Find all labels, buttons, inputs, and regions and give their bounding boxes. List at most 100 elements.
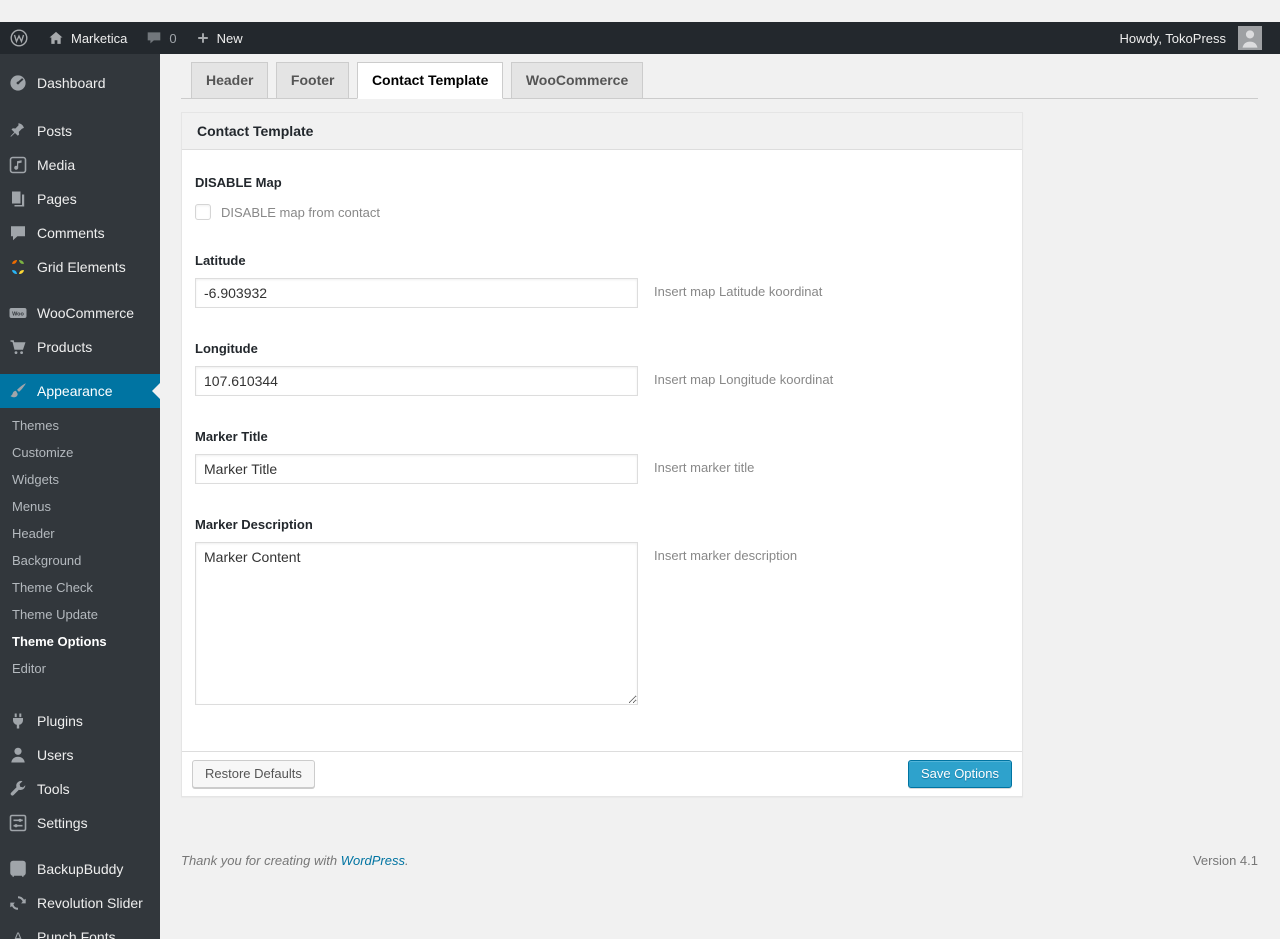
woocommerce-icon: Woo <box>8 303 28 323</box>
submenu-item-theme-check[interactable]: Theme Check <box>0 574 160 601</box>
tab-woocommerce[interactable]: WooCommerce <box>510 62 644 99</box>
thanks-prefix: Thank you for creating with <box>181 853 338 868</box>
sidebar-item-label: Appearance <box>37 383 113 399</box>
longitude-input[interactable] <box>195 366 638 396</box>
submenu-item-theme-update[interactable]: Theme Update <box>0 601 160 628</box>
marker-description-textarea[interactable]: Marker Content <box>195 542 638 705</box>
comments-count: 0 <box>169 30 177 46</box>
field-label: Marker Description <box>195 517 313 532</box>
sidebar-item-label: Dashboard <box>37 75 106 91</box>
disable-map-checkbox[interactable] <box>195 204 211 220</box>
backup-drive-icon <box>8 859 28 879</box>
tab-header[interactable]: Header <box>191 62 269 99</box>
comment-bubble-icon <box>145 29 163 47</box>
marker-description-hint: Insert marker description <box>654 548 798 563</box>
submenu-item-customize[interactable]: Customize <box>0 439 160 466</box>
theme-options-tabs: Header Footer Contact Template WooCommer… <box>181 62 1258 99</box>
home-icon <box>47 29 65 47</box>
wrench-icon <box>8 779 28 799</box>
sidebar-item-punch-fonts[interactable]: A Punch Fonts <box>0 920 160 939</box>
cart-icon <box>8 337 28 357</box>
panel-body: DISABLE Map DISABLE map from contact Lat… <box>182 150 1022 751</box>
sidebar-item-backupbuddy[interactable]: BackupBuddy <box>0 852 160 886</box>
plus-icon <box>195 30 211 46</box>
field-group-disable-map: DISABLE Map DISABLE map from contact <box>195 175 1002 220</box>
wordpress-link[interactable]: WordPress <box>341 853 405 868</box>
pages-icon <box>8 189 28 209</box>
media-icon <box>8 155 28 175</box>
latitude-input[interactable] <box>195 278 638 308</box>
comments-toolbar-button[interactable]: 0 <box>136 22 185 54</box>
sidebar-item-products[interactable]: Products <box>0 330 160 364</box>
menu-spacer <box>0 54 160 66</box>
site-name-button[interactable]: Marketica <box>38 22 136 54</box>
checkbox-label: DISABLE map from contact <box>221 204 380 220</box>
menu-spacer <box>0 840 160 852</box>
admin-toolbar-left: Marketica 0 New <box>0 22 252 54</box>
longitude-hint: Insert map Longitude koordinat <box>654 372 834 387</box>
user-icon <box>8 745 28 765</box>
svg-text:A: A <box>13 929 23 939</box>
my-account-button[interactable]: Howdy, TokoPress <box>1111 22 1271 54</box>
sidebar-item-posts[interactable]: Posts <box>0 114 160 148</box>
sidebar-item-comments[interactable]: Comments <box>0 216 160 250</box>
disable-map-row: DISABLE map from contact <box>195 204 1002 220</box>
sidebar-item-label: WooCommerce <box>37 305 134 321</box>
marker-title-row: Insert marker title <box>195 454 1002 484</box>
sidebar-item-media[interactable]: Media <box>0 148 160 182</box>
restore-defaults-button[interactable]: Restore Defaults <box>192 760 315 788</box>
sidebar-item-dashboard[interactable]: Dashboard <box>0 66 160 100</box>
menu-spacer <box>0 100 160 114</box>
latitude-row: Insert map Latitude koordinat <box>195 278 1002 308</box>
marker-title-input[interactable] <box>195 454 638 484</box>
submenu-item-header[interactable]: Header <box>0 520 160 547</box>
new-content-button[interactable]: New <box>186 22 252 54</box>
thanks-suffix: . <box>405 853 409 868</box>
panel-footer: Restore Defaults Save Options <box>182 751 1022 796</box>
pushpin-icon <box>8 121 28 141</box>
submenu-item-themes[interactable]: Themes <box>0 412 160 439</box>
field-group-marker-description: Marker Description Marker Content Insert… <box>195 517 1002 705</box>
page-footer: Thank you for creating with WordPress. V… <box>181 853 1258 868</box>
letter-a-icon: A <box>8 927 28 939</box>
content-area: Theme Options Header Footer Contact Temp… <box>160 22 1280 868</box>
sidebar-item-label: Punch Fonts <box>37 929 116 939</box>
menu-spacer <box>0 691 160 704</box>
sidebar-item-pages[interactable]: Pages <box>0 182 160 216</box>
sidebar-item-appearance[interactable]: Appearance <box>0 374 160 408</box>
dashboard-icon <box>8 73 28 93</box>
sidebar-item-woocommerce[interactable]: Woo WooCommerce <box>0 296 160 330</box>
wp-logo-button[interactable] <box>0 22 38 54</box>
sidebar-item-label: Revolution Slider <box>37 895 143 911</box>
admin-toolbar-right: Howdy, TokoPress <box>1111 22 1280 54</box>
save-options-button[interactable]: Save Options <box>907 760 1012 788</box>
sidebar-item-tools[interactable]: Tools <box>0 772 160 806</box>
panel-title: Contact Template <box>182 113 1022 150</box>
sidebar-item-plugins[interactable]: Plugins <box>0 704 160 738</box>
tab-footer[interactable]: Footer <box>275 62 350 99</box>
sidebar-item-label: Posts <box>37 123 73 139</box>
sidebar-item-label: Settings <box>37 815 88 831</box>
field-group-latitude: Latitude Insert map Latitude koordinat <box>195 253 1002 308</box>
sidebar-item-users[interactable]: Users <box>0 738 160 772</box>
grid-elements-icon <box>8 257 28 277</box>
sidebar-item-label: Media <box>37 157 76 173</box>
submenu-item-editor[interactable]: Editor <box>0 655 160 682</box>
sidebar-item-label: Grid Elements <box>37 259 126 275</box>
submenu-item-theme-options[interactable]: Theme Options <box>0 628 160 655</box>
sidebar-item-revolution-slider[interactable]: Revolution Slider <box>0 886 160 920</box>
footer-version: Version 4.1 <box>1192 853 1258 868</box>
appearance-submenu: Themes Customize Widgets Menus Header Ba… <box>0 408 160 691</box>
submenu-item-background[interactable]: Background <box>0 547 160 574</box>
marker-title-hint: Insert marker title <box>654 460 755 475</box>
submenu-item-widgets[interactable]: Widgets <box>0 466 160 493</box>
submenu-item-menus[interactable]: Menus <box>0 493 160 520</box>
field-label: Latitude <box>195 253 246 268</box>
sidebar-item-settings[interactable]: Settings <box>0 806 160 840</box>
sidebar-item-label: BackupBuddy <box>37 861 124 877</box>
paintbrush-icon <box>8 381 28 401</box>
longitude-row: Insert map Longitude koordinat <box>195 366 1002 396</box>
howdy-label: Howdy, TokoPress <box>1119 30 1226 46</box>
tab-contact-template[interactable]: Contact Template <box>356 62 504 99</box>
sidebar-item-grid-elements[interactable]: Grid Elements <box>0 250 160 284</box>
